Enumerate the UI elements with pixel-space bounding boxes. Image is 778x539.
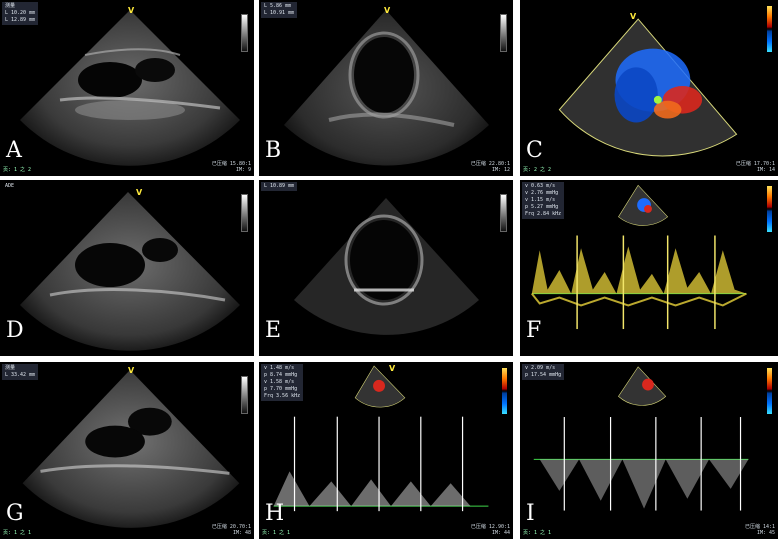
readout-line: p 8.74 mmHg: [264, 372, 298, 378]
readout-line: L 33.42 mm: [5, 372, 36, 378]
color-doppler-image: [558, 18, 738, 157]
panel-letter: F: [526, 318, 542, 343]
panel-e: L 10.89 mm E: [259, 180, 513, 356]
readout-line: L 12.89 mm: [5, 17, 36, 23]
page-indicator: 页: 2 之 2: [523, 167, 552, 173]
compression-info: 已压缩 15.80:1 IM: 9: [212, 161, 251, 173]
compression-info: 已压缩 14:1 IM: 45: [745, 524, 775, 536]
readout-line: v 0.63 m/s: [525, 183, 556, 189]
image-number: IM: 48: [232, 530, 251, 536]
panel-letter: B: [265, 138, 282, 163]
readout-line: v 1.15 m/s: [525, 197, 556, 203]
grayscale-bar: [241, 194, 248, 232]
panel-letter: G: [6, 501, 24, 526]
panel-c: V C 页: 2 之 2 已压缩 17.70:1 IM: 14: [520, 0, 778, 176]
measurement-readout: L 5.86 mm L 10.91 mm: [261, 2, 298, 18]
readout-line: L 10.89 mm: [264, 183, 295, 189]
image-number: IM: 9: [235, 167, 251, 173]
measurement-readout: L 10.89 mm: [261, 182, 298, 191]
probe-marker: V: [136, 188, 143, 197]
velocity-color-bar: [767, 6, 772, 52]
grayscale-bar: [241, 14, 248, 52]
page-indicator: 页: 1 之 1: [3, 530, 32, 536]
readout-line: ADE: [5, 183, 15, 189]
readout-line: 测量: [5, 365, 16, 371]
panel-d: ADE V D: [0, 180, 254, 356]
readout-line: v 1.48 m/s: [264, 365, 295, 371]
panel-letter: A: [6, 138, 22, 163]
image-number: IM: 44: [491, 530, 510, 536]
echo-sector-image: [22, 369, 240, 528]
doppler-measurement-readout: v 0.63 m/s v 2.76 mmHg v 1.15 m/s p 5.27…: [522, 182, 565, 219]
echo-sector-image: [20, 10, 240, 166]
page-indicator: 页: 1 之 2: [3, 167, 32, 173]
readout-line: v 2.76 mmHg: [525, 190, 559, 196]
velocity-color-bar: [767, 368, 772, 414]
echo-sector-image: [20, 192, 240, 351]
compression-info: 已压缩 22.80:1 IM: 12: [471, 161, 510, 173]
probe-marker: V: [630, 12, 637, 21]
panel-a: 测量 L 10.20 mm L 12.89 mm V A 页: 1 之 2 已压…: [0, 0, 254, 176]
measurement-readout: 测量 L 33.42 mm: [2, 364, 39, 380]
compression-info: 已压缩 17.70:1 IM: 14: [736, 161, 775, 173]
echo-sector-image: [284, 10, 489, 166]
readout-line: Frq 2.84 kHz: [525, 211, 562, 217]
grayscale-bar: [500, 14, 507, 52]
doppler-measurement-readout: v 1.48 m/s p 8.74 mmHg v 1.58 m/s p 7.70…: [261, 364, 304, 401]
probe-marker: V: [128, 366, 135, 375]
panel-i: v 2.09 m/s p 17.54 mmHg I 页: 1 之 1 已压缩 1…: [520, 362, 778, 539]
panel-letter: C: [526, 138, 543, 163]
image-number: IM: 45: [756, 530, 775, 536]
probe-marker: V: [384, 6, 391, 15]
panel-letter: E: [265, 318, 282, 343]
echocardiogram-figure: 测量 L 10.20 mm L 12.89 mm V A 页: 1 之 2 已压…: [0, 0, 778, 539]
image-number: IM: 14: [756, 167, 775, 173]
readout-line: p 7.70 mmHg: [264, 386, 298, 392]
compression-info: 已压缩 12.90:1 IM: 44: [471, 524, 510, 536]
panel-g: 测量 L 33.42 mm V G 页: 1 之 1 已压缩 20.70:1 I…: [0, 362, 254, 539]
panel-f: v 0.63 m/s v 2.76 mmHg v 1.15 m/s p 5.27…: [520, 180, 778, 356]
panel-letter: H: [265, 501, 285, 526]
readout-line: L 10.20 mm: [5, 10, 36, 16]
readout-line: v 1.58 m/s: [264, 379, 295, 385]
readout-line: Frq 3.56 kHz: [264, 393, 301, 399]
panel-h: v 1.48 m/s p 8.74 mmHg v 1.58 m/s p 7.70…: [259, 362, 513, 539]
panel-b: L 5.86 mm L 10.91 mm V B 已压缩 22.80:1 IM:…: [259, 0, 513, 176]
measurement-readout: ADE: [2, 182, 17, 191]
probe-marker: V: [128, 6, 135, 15]
readout-line: p 5.27 mmHg: [525, 204, 559, 210]
readout-line: v 2.09 m/s: [525, 365, 556, 371]
grayscale-bar: [500, 194, 507, 232]
grayscale-bar: [241, 376, 248, 414]
doppler-spectrum: [533, 366, 749, 511]
readout-line: L 5.86 mm: [264, 3, 292, 9]
compression-info: 已压缩 20.70:1 IM: 48: [212, 524, 251, 536]
velocity-color-bar: [502, 368, 507, 414]
readout-line: p 17.54 mmHg: [525, 372, 562, 378]
page-indicator: 页: 1 之 1: [262, 530, 291, 536]
image-number: IM: 12: [491, 167, 510, 173]
doppler-measurement-readout: v 2.09 m/s p 17.54 mmHg: [522, 364, 565, 380]
echo-sector-image: [294, 198, 479, 335]
panel-letter: I: [526, 501, 535, 526]
page-indicator: 页: 1 之 1: [523, 530, 552, 536]
probe-marker: V: [389, 364, 396, 373]
panel-letter: D: [6, 318, 24, 343]
velocity-color-bar: [767, 186, 772, 232]
readout-line: L 10.91 mm: [264, 10, 295, 16]
measurement-readout: 测量 L 10.20 mm L 12.89 mm: [2, 2, 39, 25]
readout-line: 测量: [5, 3, 16, 9]
